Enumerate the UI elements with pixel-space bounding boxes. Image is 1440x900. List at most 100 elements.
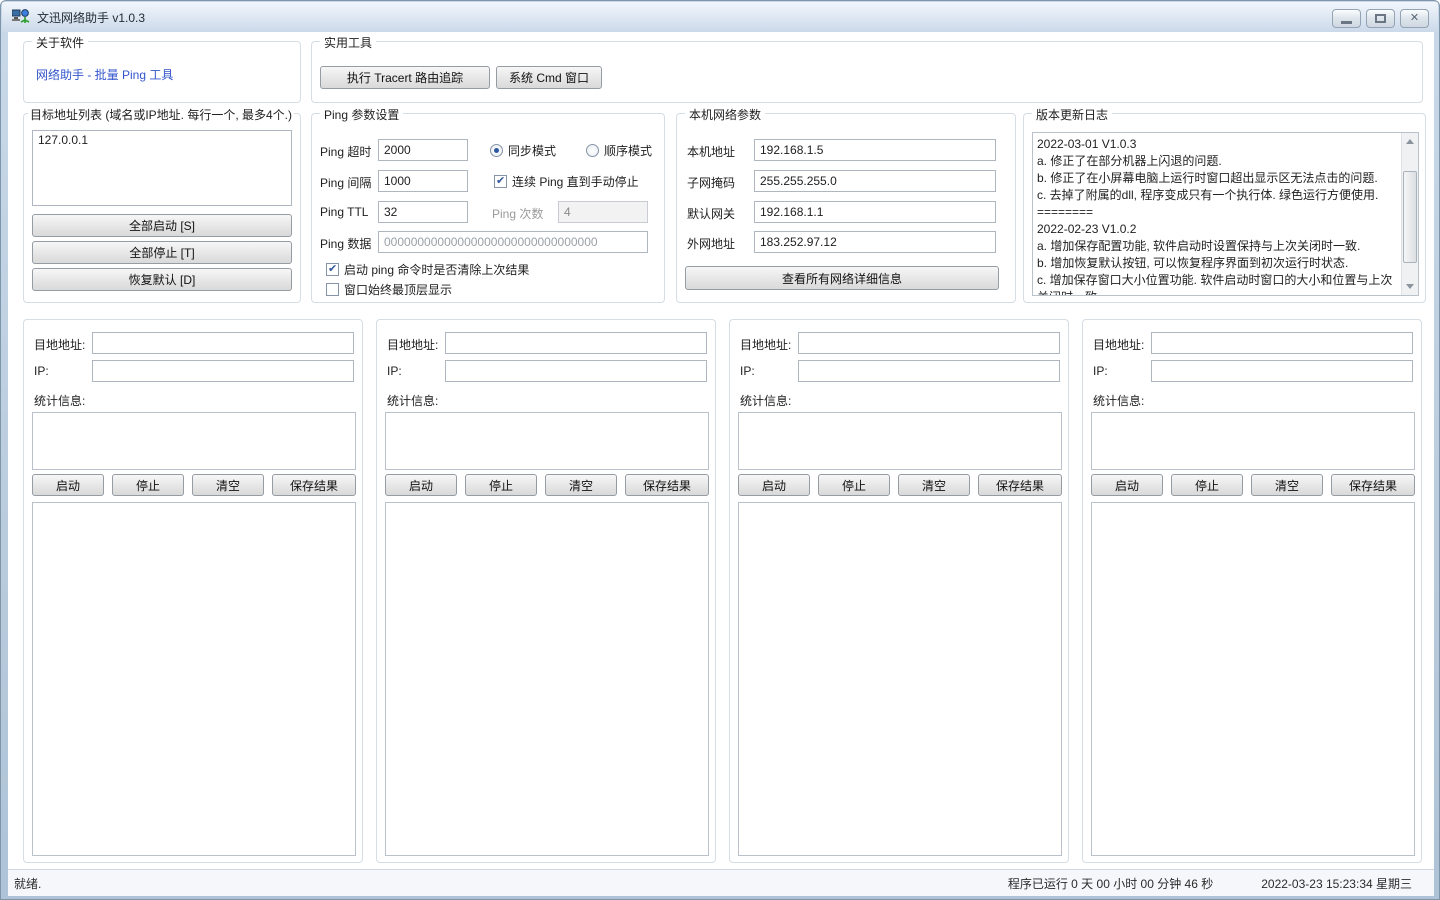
local-ip-input[interactable]	[754, 139, 996, 161]
continuous-ping-checkbox[interactable]: 连续 Ping 直到手动停止	[494, 173, 639, 190]
clear-on-start-checkbox[interactable]: 启动 ping 命令时是否清除上次结果	[326, 261, 529, 278]
scroll-down-icon[interactable]	[1402, 278, 1418, 295]
stats-label: 统计信息:	[740, 392, 791, 409]
start-button[interactable]: 启动	[738, 474, 810, 496]
tracert-button[interactable]: 执行 Tracert 路由追踪	[320, 66, 490, 89]
ip-label: IP:	[1093, 364, 1108, 378]
ping-settings-group: Ping 参数设置 Ping 超时 Ping 间隔 Ping TTL 同步模式 …	[311, 113, 665, 303]
topmost-label: 窗口始终最顶层显示	[344, 281, 452, 298]
start-button[interactable]: 启动	[32, 474, 104, 496]
tools-group-legend: 实用工具	[320, 34, 376, 51]
wan-ip-label: 外网地址	[687, 235, 735, 252]
stop-button[interactable]: 停止	[112, 474, 184, 496]
ping-data-input[interactable]	[378, 231, 648, 253]
start-button[interactable]: 启动	[1091, 474, 1163, 496]
save-results-button[interactable]: 保存结果	[625, 474, 709, 496]
minimize-button[interactable]	[1332, 9, 1361, 28]
stop-button[interactable]: 停止	[818, 474, 890, 496]
results-list[interactable]	[32, 502, 356, 856]
topmost-checkbox[interactable]: 窗口始终最顶层显示	[326, 281, 452, 298]
radio-dot-icon	[586, 144, 599, 157]
gateway-input[interactable]	[754, 201, 996, 223]
restore-defaults-button[interactable]: 恢复默认 [D]	[32, 268, 292, 291]
save-results-button[interactable]: 保存结果	[272, 474, 356, 496]
sync-mode-radio[interactable]: 同步模式	[490, 142, 556, 159]
changelog-scrollbar[interactable]	[1401, 133, 1418, 295]
ping-panel-2: 目地地址: IP: 统计信息: 启动 停止 清空 保存结果	[376, 319, 716, 863]
ping-panel-3: 目地地址: IP: 统计信息: 启动 停止 清空 保存结果	[729, 319, 1069, 863]
ping-ttl-input[interactable]	[378, 201, 468, 223]
results-list[interactable]	[1091, 502, 1415, 856]
stats-label: 统计信息:	[1093, 392, 1144, 409]
stats-box	[738, 412, 1062, 470]
gateway-label: 默认网关	[687, 205, 735, 222]
ip-label: IP:	[34, 364, 49, 378]
maximize-icon	[1375, 14, 1386, 23]
network-details-button[interactable]: 查看所有网络详细信息	[685, 266, 999, 290]
results-list[interactable]	[385, 502, 709, 856]
stats-box	[385, 412, 709, 470]
stop-button[interactable]: 停止	[465, 474, 537, 496]
ip-input[interactable]	[798, 360, 1060, 382]
ping-data-label: Ping 数据	[320, 235, 371, 252]
start-all-button[interactable]: 全部启动 [S]	[32, 214, 292, 237]
clear-button[interactable]: 清空	[898, 474, 970, 496]
stats-label: 统计信息:	[387, 392, 438, 409]
clear-button[interactable]: 清空	[1251, 474, 1323, 496]
checkbox-icon	[494, 175, 507, 188]
status-datetime-text: 2022-03-23 15:23:34 星期三	[1261, 875, 1412, 892]
ip-input[interactable]	[92, 360, 354, 382]
ping-ttl-label: Ping TTL	[320, 205, 368, 219]
title-bar[interactable]: 文迅网络助手 v1.0.3 ✕	[2, 2, 1438, 32]
scrollbar-thumb[interactable]	[1403, 171, 1417, 263]
clear-button[interactable]: 清空	[545, 474, 617, 496]
dest-input[interactable]	[798, 332, 1060, 354]
dest-input[interactable]	[1151, 332, 1413, 354]
checkbox-icon	[326, 283, 339, 296]
changelog-text: 2022-03-01 V1.0.3 a. 修正了在部分机器上闪退的问题. b. …	[1037, 136, 1397, 295]
ping-panel-4: 目地地址: IP: 统计信息: 启动 停止 清空 保存结果	[1082, 319, 1422, 863]
stop-all-button[interactable]: 全部停止 [T]	[32, 241, 292, 264]
stats-box	[32, 412, 356, 470]
ping-count-input	[558, 201, 648, 223]
dest-input[interactable]	[92, 332, 354, 354]
maximize-button[interactable]	[1366, 9, 1395, 28]
sequential-mode-radio[interactable]: 顺序模式	[586, 142, 652, 159]
changelog-box[interactable]: 2022-03-01 V1.0.3 a. 修正了在部分机器上闪退的问题. b. …	[1032, 132, 1419, 296]
stop-button[interactable]: 停止	[1171, 474, 1243, 496]
about-group-legend: 关于软件	[32, 34, 88, 51]
ip-label: IP:	[387, 364, 402, 378]
stats-box	[1091, 412, 1415, 470]
changelog-legend: 版本更新日志	[1032, 106, 1112, 123]
start-button[interactable]: 启动	[385, 474, 457, 496]
close-button[interactable]: ✕	[1400, 9, 1429, 28]
ping-panel-1: 目地地址: IP: 统计信息: 启动 停止 清空 保存结果	[23, 319, 363, 863]
clear-button[interactable]: 清空	[192, 474, 264, 496]
targets-group-legend: 目标地址列表 (域名或IP地址. 每行一个, 最多4个.)	[28, 106, 294, 123]
sequential-mode-label: 顺序模式	[604, 142, 652, 159]
ping-timeout-input[interactable]	[378, 139, 468, 161]
save-results-button[interactable]: 保存结果	[978, 474, 1062, 496]
wan-ip-input[interactable]	[754, 231, 996, 253]
save-results-button[interactable]: 保存结果	[1331, 474, 1415, 496]
subnet-mask-input[interactable]	[754, 170, 996, 192]
checkbox-icon	[326, 263, 339, 276]
target-address-input[interactable]: 127.0.0.1	[32, 130, 292, 206]
about-group: 关于软件 网络助手 - 批量 Ping 工具	[23, 41, 301, 103]
about-link[interactable]: 网络助手 - 批量 Ping 工具	[36, 66, 173, 83]
ip-input[interactable]	[1151, 360, 1413, 382]
local-ip-label: 本机地址	[687, 143, 735, 160]
cmd-button[interactable]: 系统 Cmd 窗口	[496, 66, 602, 89]
app-icon	[12, 9, 30, 25]
subnet-mask-label: 子网掩码	[687, 174, 735, 191]
ping-interval-input[interactable]	[378, 170, 468, 192]
app-window: 文迅网络助手 v1.0.3 ✕ 关于软件 网络助手 - 批量 Ping 工具 实…	[0, 0, 1440, 900]
results-list[interactable]	[738, 502, 1062, 856]
scroll-up-icon[interactable]	[1402, 133, 1418, 150]
status-ready-text: 就绪.	[14, 875, 41, 892]
ip-input[interactable]	[445, 360, 707, 382]
dest-input[interactable]	[445, 332, 707, 354]
dest-label: 目地地址:	[34, 336, 85, 353]
radio-dot-icon	[490, 144, 503, 157]
sync-mode-label: 同步模式	[508, 142, 556, 159]
